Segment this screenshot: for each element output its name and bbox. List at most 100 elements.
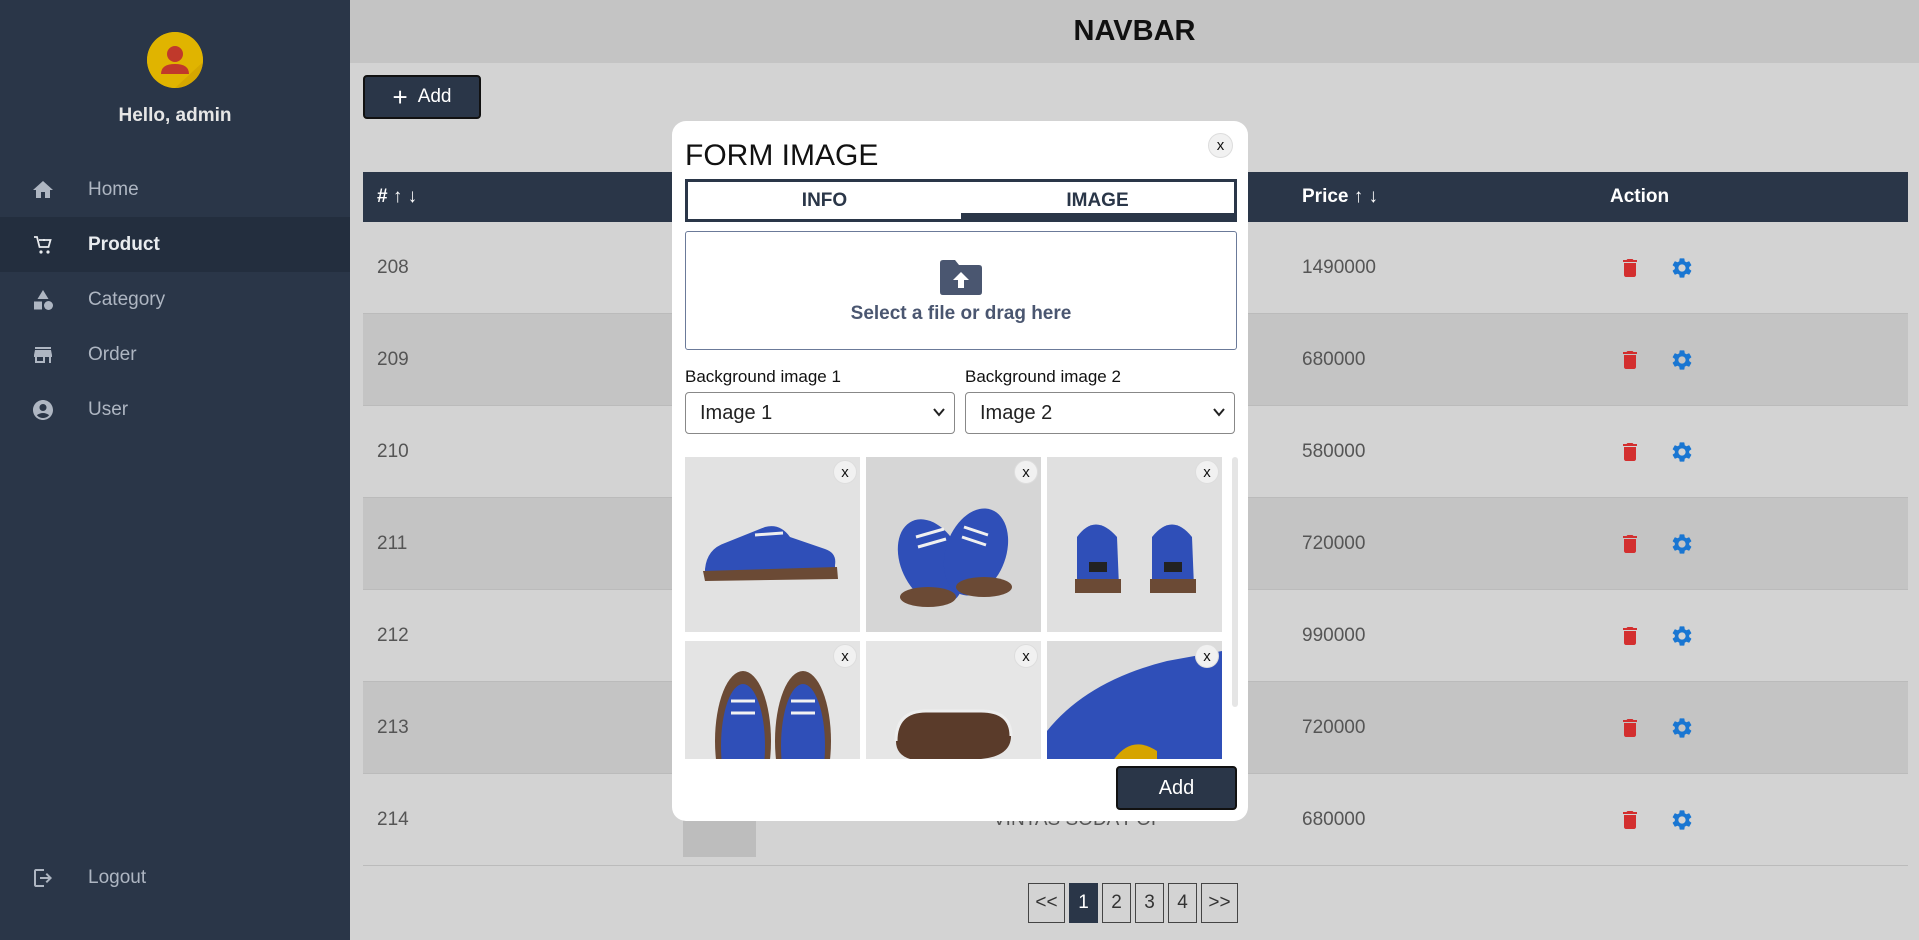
avatar	[147, 32, 203, 88]
header-price[interactable]: Price ↑ ↓	[1302, 172, 1378, 222]
gear-icon[interactable]	[1670, 532, 1694, 556]
sidebar-item-category[interactable]: Category	[0, 272, 350, 327]
bg-image-1-label: Background image 1	[685, 367, 841, 386]
greeting: Hello, admin	[118, 105, 232, 126]
trash-icon[interactable]	[1618, 256, 1642, 280]
folder-upload-icon	[940, 259, 982, 295]
row-price: 990000	[1302, 625, 1366, 646]
page-3[interactable]: 3	[1135, 883, 1164, 923]
remove-image-button[interactable]: x	[1195, 460, 1219, 484]
logout-icon	[30, 865, 56, 891]
row-id: 210	[377, 441, 409, 462]
image-gallery: x x x x x x	[685, 457, 1226, 759]
remove-image-button[interactable]: x	[833, 644, 857, 668]
gear-icon[interactable]	[1670, 348, 1694, 372]
bg-image-2-label: Background image 2	[965, 367, 1121, 386]
modal-tabs: INFO IMAGE	[685, 179, 1237, 222]
header-id-label: # ↑ ↓	[377, 186, 418, 207]
store-icon	[30, 342, 56, 368]
sidebar-item-label: Home	[88, 178, 139, 200]
gear-icon[interactable]	[1670, 440, 1694, 464]
gallery-image[interactable]: x	[1047, 457, 1222, 632]
trash-icon[interactable]	[1618, 624, 1642, 648]
bg-image-1-value: Image 1	[700, 401, 773, 424]
row-id: 212	[377, 625, 409, 646]
remove-image-button[interactable]: x	[1014, 644, 1038, 668]
dropzone-text: Select a file or drag here	[850, 302, 1072, 324]
add-product-button[interactable]: + Add	[363, 75, 481, 119]
shoe-pair-image	[866, 457, 1041, 632]
sidebar-nav: Home Product Category Order User	[0, 162, 350, 437]
gear-icon[interactable]	[1670, 256, 1694, 280]
bg-image-2-group: Background image 2 Image 2	[965, 367, 1235, 434]
header-action-label: Action	[1610, 186, 1670, 207]
sidebar-item-home[interactable]: Home	[0, 162, 350, 217]
user-circle-icon	[30, 397, 56, 423]
gallery-image[interactable]: x	[866, 457, 1041, 632]
pagination: << 1 2 3 4 >>	[1028, 883, 1238, 923]
row-id: 209	[377, 349, 409, 370]
modal-add-button[interactable]: Add	[1116, 766, 1237, 810]
bg-image-2-value: Image 2	[980, 401, 1053, 424]
gallery-image[interactable]: x	[1047, 641, 1222, 759]
trash-icon[interactable]	[1618, 532, 1642, 556]
row-price: 680000	[1302, 349, 1366, 370]
row-id: 214	[377, 809, 409, 830]
add-label: Add	[417, 86, 452, 107]
row-id: 211	[377, 533, 408, 554]
sidebar-item-user[interactable]: User	[0, 382, 350, 437]
row-price: 720000	[1302, 717, 1366, 738]
row-price: 680000	[1302, 809, 1366, 830]
gallery-scrollbar[interactable]	[1232, 457, 1238, 707]
navbar: NAVBAR	[350, 0, 1919, 63]
gear-icon[interactable]	[1670, 716, 1694, 740]
sidebar-item-product[interactable]: Product	[0, 217, 350, 272]
trash-icon[interactable]	[1618, 716, 1642, 740]
gear-icon[interactable]	[1670, 624, 1694, 648]
bg-image-1-group: Background image 1 Image 1	[685, 367, 955, 434]
header-id[interactable]: # ↑ ↓	[377, 172, 417, 222]
page-next[interactable]: >>	[1201, 883, 1238, 923]
row-price: 580000	[1302, 441, 1366, 462]
cart-icon	[30, 232, 56, 258]
row-price: 720000	[1302, 533, 1366, 554]
bg-image-1-select[interactable]: Image 1	[685, 392, 955, 434]
row-id: 213	[377, 717, 409, 738]
sidebar-item-order[interactable]: Order	[0, 327, 350, 382]
trash-icon[interactable]	[1618, 440, 1642, 464]
gallery-image[interactable]: x	[685, 457, 860, 632]
shapes-icon	[30, 287, 56, 313]
sidebar-item-label: Product	[88, 233, 160, 255]
navbar-title: NAVBAR	[1073, 15, 1196, 47]
remove-image-button[interactable]: x	[1014, 460, 1038, 484]
trash-icon[interactable]	[1618, 348, 1642, 372]
bg-image-2-select[interactable]: Image 2	[965, 392, 1235, 434]
shoe-side-image	[685, 457, 860, 632]
page-1[interactable]: 1	[1069, 883, 1098, 923]
modal-close-button[interactable]: x	[1208, 133, 1233, 158]
gear-icon[interactable]	[1670, 808, 1694, 832]
row-price: 1490000	[1302, 257, 1376, 278]
logout-button[interactable]: Logout	[0, 850, 350, 905]
sidebar-item-label: User	[88, 398, 129, 420]
sidebar-item-label: Category	[88, 288, 166, 310]
remove-image-button[interactable]: x	[833, 460, 857, 484]
sidebar: Hello, admin Home Product Category Order…	[0, 0, 350, 940]
modal-title: FORM IMAGE	[685, 139, 879, 172]
trash-icon[interactable]	[1618, 808, 1642, 832]
page-2[interactable]: 2	[1102, 883, 1131, 923]
tab-image[interactable]: IMAGE	[961, 182, 1234, 219]
header-action: Action	[1610, 172, 1669, 222]
remove-image-button[interactable]: x	[1195, 644, 1219, 668]
shoe-back-image	[1047, 457, 1222, 632]
page-prev[interactable]: <<	[1028, 883, 1065, 923]
tab-info[interactable]: INFO	[688, 182, 961, 219]
plus-icon: +	[392, 82, 408, 112]
gallery-image[interactable]: x	[866, 641, 1041, 759]
logout-label: Logout	[88, 866, 147, 888]
home-icon	[30, 177, 56, 203]
page-4[interactable]: 4	[1168, 883, 1197, 923]
gallery-image[interactable]: x	[685, 641, 860, 759]
file-dropzone[interactable]: Select a file or drag here	[685, 231, 1237, 350]
sidebar-item-label: Order	[88, 343, 137, 365]
